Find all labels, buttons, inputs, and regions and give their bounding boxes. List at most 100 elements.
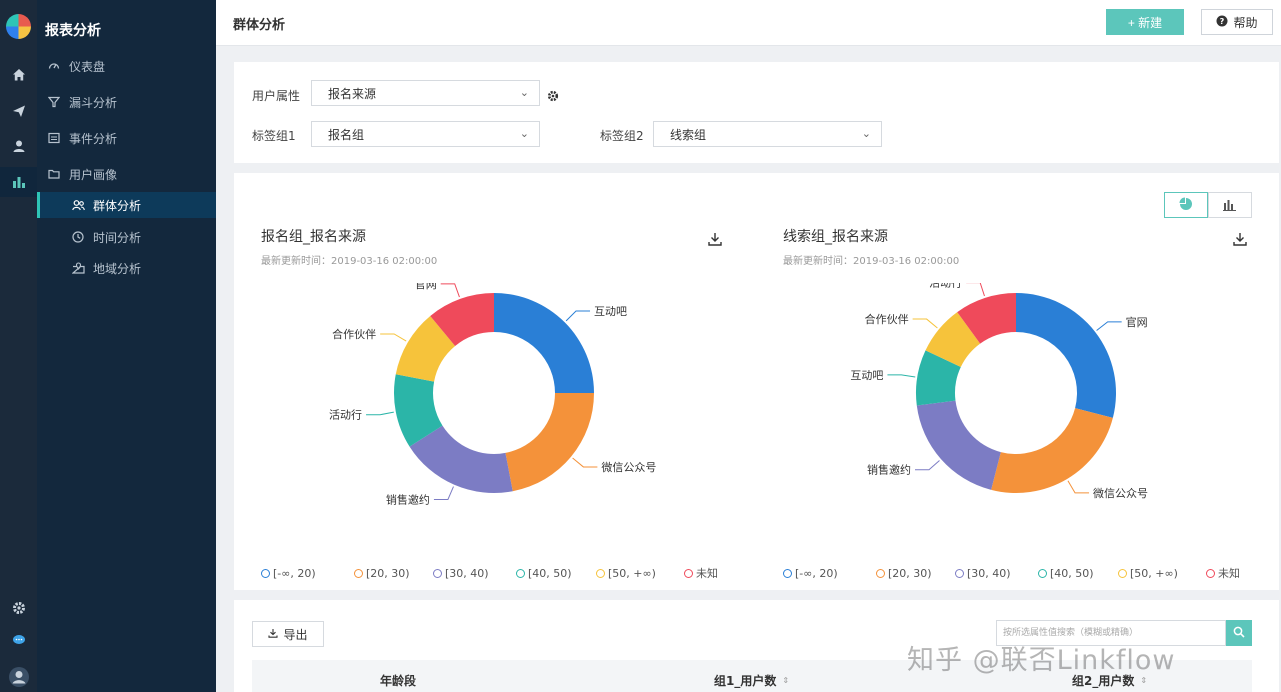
donut-slice-label: 官网: [1126, 315, 1148, 329]
sidebar-item-time-analysis[interactable]: 时间分析: [37, 224, 216, 250]
send-icon[interactable]: [0, 96, 37, 126]
gear-icon[interactable]: [547, 87, 559, 106]
sidebar-nav: 报表分析 仪表盘 漏斗分析 事件分析 用户画像 群体分析 时间分析 地域分析: [37, 0, 216, 692]
bar-chart-icon[interactable]: [0, 167, 37, 197]
legend-item[interactable]: [20, 30): [876, 565, 955, 581]
chevron-down-icon: ⌄: [519, 127, 529, 140]
home-icon[interactable]: [0, 60, 37, 90]
chart2-updated: 最新更新时间：2019-03-16 02:00:00: [783, 256, 960, 267]
legend-dot-icon: [1038, 568, 1047, 578]
legend-label: 未知: [1218, 567, 1240, 580]
legend-item[interactable]: [50, +∞): [596, 565, 684, 581]
sidebar-item-label: 漏斗分析: [69, 95, 118, 110]
help-button[interactable]: ? 帮助: [1201, 9, 1273, 35]
legend-label: [50, +∞): [608, 566, 656, 580]
avatar-icon[interactable]: [0, 662, 37, 692]
chart2-donut: 官网微信公众号 销售邀约 互动吧 合作伙伴 活动行: [850, 283, 1148, 500]
legend-item[interactable]: [-∞, 20): [261, 565, 354, 581]
sidebar-item-dashboard[interactable]: 仪表盘: [37, 53, 216, 79]
new-button[interactable]: + 新建: [1106, 9, 1184, 35]
column-header-group1-users[interactable]: 组1_用户数 ⇕: [714, 672, 789, 689]
sidebar-item-label: 用户画像: [69, 167, 118, 182]
legend-item[interactable]: [30, 40): [955, 565, 1038, 581]
donut-slice-2-1[interactable]: [991, 408, 1113, 493]
legend-item[interactable]: [-∞, 20): [783, 565, 876, 581]
search-button[interactable]: [1226, 620, 1252, 646]
export-button-label: 导出: [283, 627, 308, 642]
download-icon[interactable]: [707, 231, 725, 249]
bar-view-toggle[interactable]: [1208, 192, 1252, 218]
column-header-label: 年龄段: [380, 674, 417, 688]
legend-item[interactable]: [50, +∞): [1118, 565, 1206, 581]
donut-slice-2-2[interactable]: [916, 400, 1001, 490]
donut-leader-line: [1096, 321, 1122, 331]
legend-dot-icon: [354, 568, 363, 578]
column-header-label: 组1_用户数: [714, 674, 777, 688]
donut-leader-line: [366, 411, 394, 416]
donut-leader-line: [433, 486, 454, 500]
tag-group2-label: 标签组2: [600, 129, 644, 143]
user-attr-select[interactable]: 报名来源 ⌄: [311, 80, 540, 106]
sidebar-item-group-analysis[interactable]: 群体分析: [37, 192, 216, 218]
pie-chart-icon: [1179, 196, 1193, 215]
bar-chart-icon: [1223, 196, 1237, 215]
legend-dot-icon: [1118, 568, 1127, 578]
legend-item[interactable]: [30, 40): [433, 565, 516, 581]
sidebar-section-title: 报表分析: [45, 23, 101, 39]
tag-group1-select[interactable]: 报名组 ⌄: [311, 121, 540, 147]
app-logo-icon[interactable]: [6, 14, 31, 39]
new-button-label: + 新建: [1127, 15, 1163, 30]
donut-leader-line: [565, 310, 591, 322]
legend-label: [30, 40): [967, 566, 1011, 580]
legend-dot-icon: [261, 568, 270, 578]
donut-leader-line: [572, 457, 598, 468]
chat-icon[interactable]: [0, 625, 37, 655]
help-button-label: 帮助: [1233, 15, 1258, 30]
export-button[interactable]: 导出: [252, 621, 324, 647]
sidebar-item-label: 仪表盘: [69, 59, 106, 74]
donut-slice-1-1[interactable]: [505, 393, 594, 492]
legend-item[interactable]: 未知: [684, 565, 724, 581]
watermark: 知乎 @联否Linkflow: [907, 645, 1176, 676]
chart1-legend: [-∞, 20) [20, 30) [30, 40) [40, 50) [50, +∞)…: [261, 565, 724, 581]
map-icon: [71, 262, 85, 274]
sidebar-item-user-profile[interactable]: 用户画像: [37, 161, 216, 187]
page-title: 群体分析: [233, 18, 286, 33]
tag-group2-select[interactable]: 线索组 ⌄: [653, 121, 882, 147]
settings-icon[interactable]: [0, 593, 37, 623]
legend-label: 未知: [696, 567, 718, 580]
legend-item[interactable]: [40, 50): [1038, 565, 1118, 581]
tag-group1-label: 标签组1: [252, 129, 296, 143]
legend-dot-icon: [955, 568, 964, 578]
donut-slice-2-0[interactable]: [1016, 293, 1116, 418]
donut-slice-1-0[interactable]: [494, 293, 594, 393]
legend-label: [-∞, 20): [795, 566, 838, 580]
user-icon[interactable]: [0, 131, 37, 161]
group-icon: [71, 199, 85, 211]
donut-leader-line: [440, 283, 460, 298]
chart2-legend: [-∞, 20) [20, 30) [30, 40) [40, 50) [50, +∞)…: [783, 565, 1246, 581]
legend-dot-icon: [1206, 568, 1215, 578]
sidebar-item-event[interactable]: 事件分析: [37, 125, 216, 151]
chevron-down-icon: ⌄: [861, 127, 871, 140]
clock-icon: [71, 231, 85, 243]
legend-item[interactable]: 未知: [1206, 565, 1246, 581]
legend-label: [30, 40): [445, 566, 489, 580]
sidebar-item-label: 时间分析: [93, 230, 142, 245]
legend-item[interactable]: [40, 50): [516, 565, 596, 581]
sort-icon[interactable]: ⇕: [1140, 676, 1147, 685]
chevron-down-icon: ⌄: [519, 86, 529, 99]
funnel-icon: [47, 96, 61, 108]
download-icon[interactable]: [1232, 231, 1250, 249]
pie-view-toggle[interactable]: [1164, 192, 1208, 218]
donut-slice-label: 官网: [415, 283, 437, 291]
legend-label: [40, 50): [1050, 566, 1094, 580]
sort-icon[interactable]: ⇕: [782, 676, 789, 685]
donut-slice-label: 互动吧: [850, 369, 883, 382]
legend-item[interactable]: [20, 30): [354, 565, 433, 581]
sidebar-item-funnel[interactable]: 漏斗分析: [37, 89, 216, 115]
icon-rail: [0, 0, 37, 692]
sidebar-item-region-analysis[interactable]: 地域分析: [37, 255, 216, 281]
search-icon: [1233, 626, 1245, 641]
column-header-age[interactable]: 年龄段: [380, 672, 416, 689]
